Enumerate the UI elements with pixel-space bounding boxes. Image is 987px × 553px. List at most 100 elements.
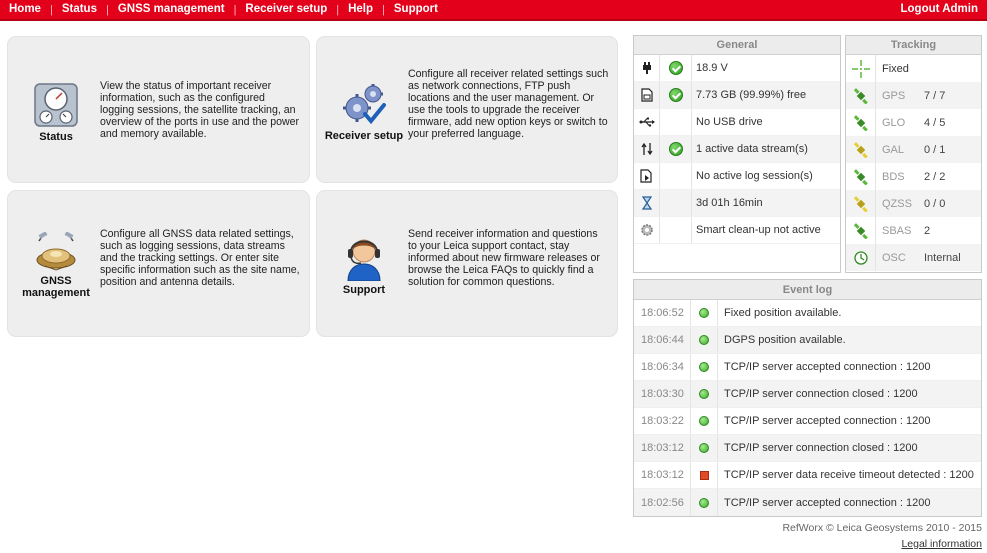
event-text: TCP/IP server accepted connection : 1200: [724, 415, 931, 427]
hourglass-icon: [641, 196, 652, 210]
general-row-status-cell: [660, 163, 692, 189]
general-panel-header: General: [634, 36, 840, 55]
ok-status-icon: [699, 443, 709, 453]
tracking-row-icon-cell: [846, 217, 876, 244]
general-row-text: Smart clean-up not active: [696, 224, 821, 236]
gnss-management-tile[interactable]: GNSS management Configure all GNSS data …: [7, 190, 310, 337]
nav-receiver-setup[interactable]: Receiver setup: [236, 0, 336, 20]
general-panel: General 18.9 V 7.73 GB (99.99%) free No …: [633, 35, 841, 273]
tracking-row-icon-cell: [846, 109, 876, 136]
event-status-cell: [691, 381, 718, 407]
general-row-text: No USB drive: [696, 116, 763, 128]
event-log-header: Event log: [634, 280, 981, 300]
ok-status-icon: [699, 308, 709, 318]
tracking-panel-header: Tracking: [846, 36, 981, 55]
nav-home[interactable]: Home: [0, 0, 50, 20]
support-tile-label: Support: [342, 284, 386, 296]
tracking-row-icon-cell: [846, 190, 876, 217]
event-log-row: 18:06:34 TCP/IP server accepted connecti…: [634, 354, 981, 381]
general-row-cleanup: Smart clean-up not active: [634, 217, 840, 244]
tracking-row-icon-cell: [846, 55, 876, 82]
tracking-system-value: 0 / 0: [924, 197, 946, 210]
satellite-green-icon: [853, 222, 868, 239]
general-row-status-cell: [660, 55, 692, 81]
tracking-row-osc: OSC Internal: [846, 244, 981, 271]
support-tile-description: Send receiver information and questions …: [408, 228, 600, 288]
event-text: TCP/IP server data receive timeout detec…: [724, 469, 974, 481]
gnss-management-tile-description: Configure all GNSS data related settings…: [100, 228, 300, 288]
tracking-row-gal: GAL 0 / 1: [846, 136, 981, 163]
tracking-system-name: GLO: [882, 116, 906, 129]
event-log-row: 18:03:30 TCP/IP server connection closed…: [634, 381, 981, 408]
tracking-row-icon-cell: [846, 82, 876, 109]
crosshair-fixed-icon: [851, 59, 870, 78]
general-row-icon-cell: [634, 217, 660, 243]
event-log-row: 18:03:12 TCP/IP server data receive time…: [634, 462, 981, 489]
nav-help[interactable]: Help: [339, 0, 382, 20]
event-time: 18:06:52: [634, 300, 691, 326]
satellite-yellow-icon: [853, 195, 868, 212]
legal-information-link[interactable]: Legal information: [901, 538, 982, 550]
support-tile[interactable]: Support Send receiver information and qu…: [316, 190, 618, 337]
receiver-setup-tile[interactable]: Receiver setup Configure all receiver re…: [316, 36, 618, 183]
tracking-row-gps: GPS 7 / 7: [846, 82, 981, 109]
support-tile-icon-group: Support: [328, 233, 400, 296]
satellite-green-icon: [853, 114, 868, 131]
event-log-row: 18:02:56 TCP/IP server accepted connecti…: [634, 489, 981, 516]
general-row-icon-cell: [634, 136, 660, 162]
general-row-log-session: No active log session(s): [634, 163, 840, 190]
general-row-data-stream: 1 active data stream(s): [634, 136, 840, 163]
general-row-icon-cell: [634, 109, 660, 135]
data-stream-icon: [640, 142, 653, 156]
tracking-system-value: 7 / 7: [924, 89, 946, 102]
tracking-row-qzss: QZSS 0 / 0: [846, 190, 981, 217]
general-row-text: 7.73 GB (99.99%) free: [696, 89, 807, 101]
event-time: 18:03:30: [634, 381, 691, 407]
receiver-setup-tile-icon-group: Receiver setup: [322, 81, 406, 142]
event-time: 18:02:56: [634, 489, 691, 516]
ok-status-icon: [699, 416, 709, 426]
event-status-cell: [691, 327, 718, 353]
gnss-management-tile-label-line1: GNSS: [40, 275, 72, 287]
general-row-status-cell: [660, 190, 692, 216]
event-text: TCP/IP server connection closed : 1200: [724, 442, 918, 454]
general-row-text: No active log session(s): [696, 170, 813, 182]
tracking-row-icon-cell: [846, 244, 876, 271]
log-session-icon: [639, 169, 652, 183]
gnss-management-tile-label-line2: management: [22, 287, 90, 299]
tracking-panel: Tracking Fixed GPS 7 / 7 GLO 4 / 5 GAL 0…: [845, 35, 982, 273]
ok-check-icon: [668, 88, 683, 102]
tracking-system-name: BDS: [882, 170, 905, 183]
receiver-setup-tile-description: Configure all receiver related settings …: [408, 68, 609, 140]
nav-support[interactable]: Support: [385, 0, 447, 20]
general-row-status-cell: [660, 82, 692, 108]
event-status-cell: [691, 408, 718, 434]
tracking-row-icon-cell: [846, 163, 876, 190]
event-time: 18:03:12: [634, 462, 691, 488]
event-status-cell: [691, 435, 718, 461]
status-tile[interactable]: Status View the status of important rece…: [7, 36, 310, 183]
event-text: DGPS position available.: [724, 334, 846, 346]
support-agent-icon: [347, 239, 381, 281]
footer-copyright: RefWorx © Leica Geosystems 2010 - 2015: [782, 522, 982, 534]
gnss-antenna-icon: [36, 232, 76, 271]
nav-gnss-management[interactable]: GNSS management: [109, 0, 234, 20]
status-tile-label: Status: [39, 131, 73, 143]
nav-status[interactable]: Status: [53, 0, 106, 20]
event-log-panel: Event log 18:06:52 Fixed position availa…: [633, 279, 982, 517]
tracking-system-value: 2: [924, 224, 931, 237]
power-plug-icon: [642, 62, 651, 74]
event-status-cell: [691, 300, 718, 326]
memory-card-icon: [640, 88, 653, 102]
event-time: 18:03:22: [634, 408, 691, 434]
general-row-icon-cell: [634, 163, 660, 189]
general-row-uptime: 3d 01h 16min: [634, 190, 840, 217]
general-row-icon-cell: [634, 82, 660, 108]
event-log-row: 18:03:22 TCP/IP server accepted connecti…: [634, 408, 981, 435]
ok-check-icon: [668, 142, 683, 156]
event-time: 18:03:12: [634, 435, 691, 461]
gears-check-icon: [343, 84, 386, 125]
ok-check-icon: [668, 61, 683, 75]
general-row-text: 18.9 V: [696, 62, 728, 74]
logout-link[interactable]: Logout Admin: [892, 0, 987, 20]
